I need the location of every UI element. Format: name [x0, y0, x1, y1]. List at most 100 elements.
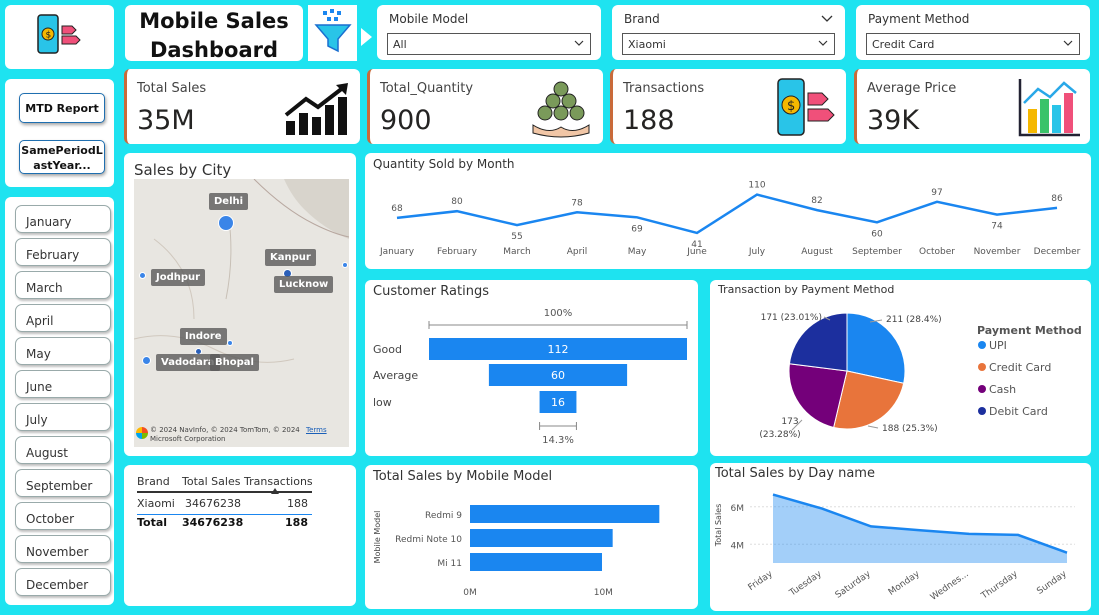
- conversion-bracket-bottom: [539, 422, 577, 430]
- logo-card: $: [5, 5, 114, 69]
- month-button-may[interactable]: May: [15, 337, 111, 365]
- city-bubble-lucknow[interactable]: [342, 262, 348, 268]
- map-terms-link[interactable]: Terms: [306, 426, 327, 434]
- month-button-july[interactable]: July: [15, 403, 111, 431]
- sales-by-model-card: Total Sales by Mobile Model Redmi 9 Redmi…: [365, 465, 698, 609]
- customer-ratings-card: Customer Ratings 100% 112 Good 60 Average 16 l…: [365, 280, 698, 456]
- table-header-brand[interactable]: Brand: [137, 475, 170, 488]
- table-header-total-sales[interactable]: Total Sales: [182, 475, 240, 488]
- city-bubble-vadodara[interactable]: [142, 356, 151, 365]
- city-label-bhopal: Bhopal: [210, 354, 259, 371]
- map-background: [134, 179, 349, 363]
- data-label: 74: [991, 222, 1003, 232]
- collapse-chevron-icon[interactable]: [821, 13, 833, 23]
- kpi-total-sales: Total Sales 35M: [124, 69, 360, 144]
- title-card: Mobile Sales Dashboard: [125, 5, 303, 62]
- legend-marker: [978, 341, 986, 349]
- slice-label: 211 (28.4%): [886, 315, 942, 325]
- kpi-total-quantity: Total_Quantity 900: [367, 69, 603, 144]
- mobile-payment-icon: $: [37, 14, 81, 54]
- city-bubble-indore[interactable]: [227, 340, 233, 346]
- payment-pie-chart[interactable]: 211 (28.4%)188 (25.3%)173(23.28%)171 (23…: [710, 280, 1091, 456]
- ratings-funnel-chart[interactable]: 100% 112 Good 60 Average 16 low 14.3%: [365, 280, 698, 456]
- mtd-report-button[interactable]: MTD Report: [19, 93, 105, 123]
- data-label: 82: [811, 196, 822, 206]
- kpi-transactions: Transactions 188 $: [610, 69, 846, 144]
- month-button-june[interactable]: June: [15, 370, 111, 398]
- mobile-model-value: All: [393, 38, 407, 51]
- x-tick-label: October: [919, 247, 955, 257]
- map-canvas[interactable]: Delhi Kanpur Jodhpur Lucknow Indore Vado…: [134, 179, 349, 447]
- cell-total-sales: 34676238: [185, 497, 241, 510]
- kpi-label: Total Sales: [137, 81, 207, 96]
- month-button-february[interactable]: February: [15, 238, 111, 266]
- bar-value-label: 16: [551, 396, 565, 409]
- city-bubble-jodhpur[interactable]: [139, 272, 146, 279]
- bar-chart-icon: [1018, 79, 1080, 137]
- nav-buttons-card: MTD Report SamePeriodL astYear...: [5, 79, 114, 187]
- brand-table-card: Brand Total Sales Transactions Xiaomi 34…: [124, 465, 356, 606]
- mtd-report-label: MTD Report: [25, 102, 99, 115]
- city-label-kanpur: Kanpur: [265, 249, 316, 266]
- city-label-lucknow: Lucknow: [274, 276, 334, 293]
- x-tick-label: Thursday: [979, 569, 1020, 602]
- y-axis-title: Total Sales: [714, 504, 723, 548]
- month-label: August: [26, 446, 68, 460]
- slicer-payment-method: Payment Method Credit Card: [856, 5, 1090, 60]
- month-label: March: [26, 281, 63, 295]
- page-title: Mobile Sales Dashboard: [125, 7, 303, 65]
- page-title-line2: Dashboard: [149, 38, 279, 62]
- payment-method-dropdown[interactable]: Credit Card: [866, 33, 1080, 55]
- same-period-last-year-button[interactable]: SamePeriodL astYear...: [19, 140, 105, 174]
- day-area-chart[interactable]: 6M 4M Friday Tuesday Saturday Monday Wednes...…: [710, 463, 1091, 611]
- chevron-down-icon: [574, 40, 584, 46]
- x-tick-label: June: [686, 247, 707, 257]
- category-label: Redmi 9: [425, 511, 462, 521]
- sales-by-city-map-card: Sales by City Delhi Kanpur Jodhpur Luckn…: [124, 153, 356, 456]
- total-transactions-value: 188: [285, 516, 308, 529]
- x-tick-label: Saturday: [834, 569, 874, 601]
- city-label-jodhpur: Jodhpur: [151, 269, 206, 286]
- mobile-model-dropdown[interactable]: All: [387, 33, 591, 55]
- svg-text:$: $: [46, 31, 52, 41]
- month-button-march[interactable]: March: [15, 271, 111, 299]
- city-bubble-delhi[interactable]: [218, 215, 234, 231]
- x-tick-label: January: [379, 247, 415, 257]
- month-button-january[interactable]: January: [15, 205, 111, 233]
- x-tick-label: May: [628, 247, 647, 257]
- month-label: November: [26, 545, 89, 559]
- line-series: [396, 193, 1058, 235]
- y-axis-title: Mobile Model: [373, 511, 382, 564]
- svg-text:$: $: [787, 99, 795, 114]
- category-label: Good: [373, 343, 402, 356]
- month-button-december[interactable]: December: [15, 568, 111, 596]
- map-title: Sales by City: [134, 161, 232, 179]
- data-label: 86: [1051, 194, 1063, 204]
- month-button-october[interactable]: October: [15, 502, 111, 530]
- month-button-august[interactable]: August: [15, 436, 111, 464]
- model-bar-chart[interactable]: Redmi 9 Redmi Note 10 Mi 11 0M 10M Mobile Mod…: [365, 465, 698, 609]
- slicer-brand: Brand Xiaomi: [612, 5, 845, 60]
- table-header-transactions[interactable]: Transactions: [244, 475, 313, 488]
- city-label-delhi: Delhi: [209, 193, 249, 210]
- x-tick-label: 0M: [463, 588, 477, 598]
- growth-chart-icon: [284, 83, 348, 135]
- month-button-april[interactable]: April: [15, 304, 111, 332]
- data-label: 60: [871, 229, 883, 239]
- x-tick-label: September: [852, 247, 902, 257]
- month-button-september[interactable]: September: [15, 469, 111, 497]
- category-label: Redmi Note 10: [395, 535, 462, 545]
- slice-label: 171 (23.01%): [761, 313, 822, 323]
- data-label: 80: [451, 197, 463, 207]
- kpi-value: 900: [380, 105, 432, 136]
- quantity-line-chart[interactable]: 68January80February55March78April69May41…: [365, 153, 1091, 269]
- legend-label: UPI: [989, 339, 1007, 352]
- total-label: Total: [137, 516, 168, 529]
- month-button-november[interactable]: November: [15, 535, 111, 563]
- table-row[interactable]: Xiaomi 34676238 188: [137, 497, 312, 513]
- month-slicer: January February March April May June Ju…: [5, 197, 114, 605]
- data-label: 55: [511, 232, 522, 242]
- kpi-average-price: Average Price 39K: [854, 69, 1090, 144]
- x-tick-label: Friday: [747, 569, 776, 593]
- brand-dropdown[interactable]: Xiaomi: [622, 33, 835, 55]
